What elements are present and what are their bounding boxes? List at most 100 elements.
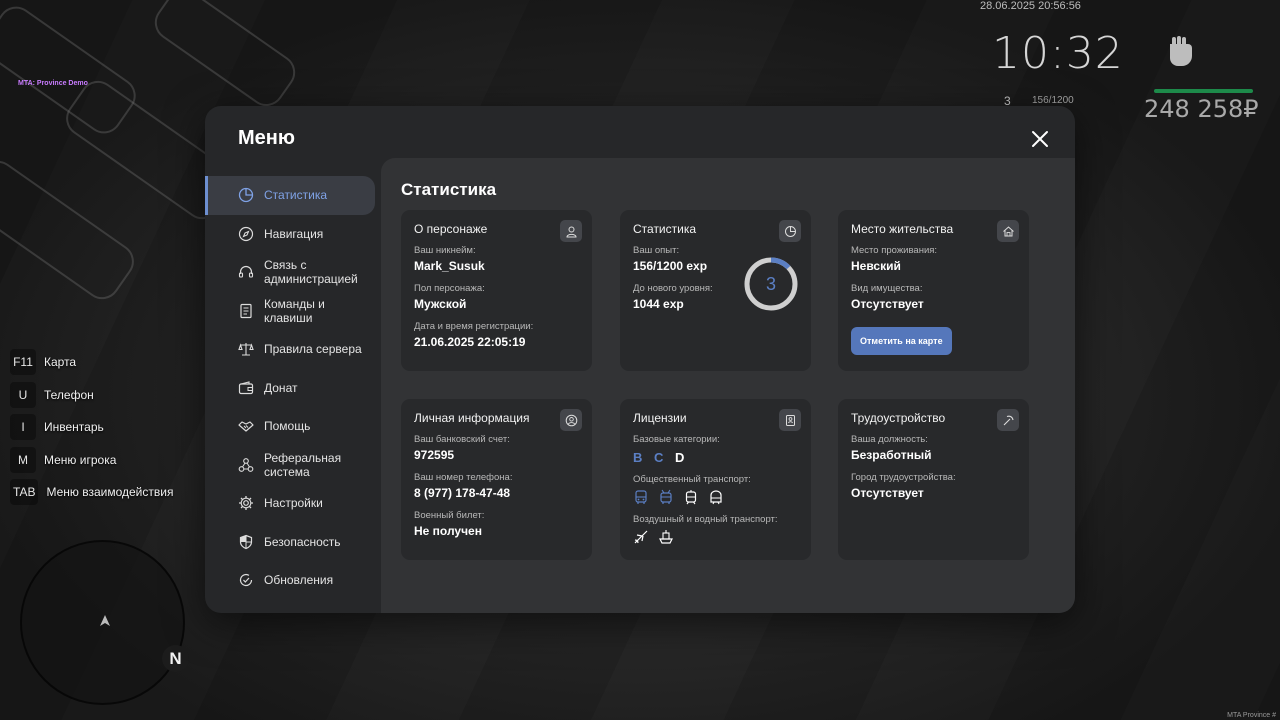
- hud-datetime: 28.06.2025 20:56:56: [980, 0, 1081, 12]
- sidebar-item-label: Обновления: [264, 573, 334, 588]
- position-label: Ваша должность:: [851, 434, 928, 445]
- pickaxe-icon: [997, 409, 1019, 431]
- menu-title: Меню: [238, 127, 295, 149]
- hint-label: Инвентарь: [44, 420, 104, 435]
- sidebar-item-security[interactable]: Безопасность: [205, 523, 375, 562]
- card-title: Лицензии: [633, 411, 687, 425]
- handshake-icon: [238, 421, 254, 432]
- hint-phone: U Телефон: [10, 379, 173, 412]
- card-title: О персонаже: [414, 222, 488, 236]
- nickname-value: Mark_Susuk: [414, 259, 485, 273]
- card-title: Место жительства: [851, 222, 954, 236]
- nickname-label: Ваш никнейм:: [414, 245, 476, 256]
- corner-tag: MTA Province #: [1227, 712, 1276, 719]
- hint-interaction-menu: TAB Меню взаимодействия: [10, 476, 173, 509]
- bank-account-value: 972595: [414, 448, 455, 462]
- ship-icon: [659, 530, 673, 544]
- minimap-north-indicator: N: [162, 645, 189, 672]
- sidebar-item-label: Настройки: [264, 496, 323, 511]
- registration-label: Дата и время регистрации:: [414, 321, 534, 332]
- network-icon: [238, 457, 254, 472]
- hud-clock: 10:32: [992, 28, 1124, 79]
- property-label: Вид имущества:: [851, 283, 923, 294]
- sidebar-item-admin-contact[interactable]: Связь с администрацией: [205, 253, 375, 292]
- server-tag: MTA: Province Demo: [18, 80, 88, 87]
- gender-value: Мужской: [414, 297, 467, 311]
- headset-icon: [238, 266, 254, 278]
- id-card-icon: [779, 409, 801, 431]
- player-menu-window: Меню Статистика Навигация Связь с админи…: [205, 106, 1075, 613]
- card-employment: Трудоустройство Ваша должность: Безработ…: [838, 399, 1029, 560]
- document-icon: [240, 303, 252, 318]
- sidebar-item-commands[interactable]: Команды и клавиши: [205, 292, 375, 331]
- hint-key: TAB: [10, 479, 39, 506]
- hint-label: Телефон: [44, 387, 94, 402]
- sidebar-item-label: Помощь: [264, 419, 311, 434]
- hud-exp: 156/1200: [1032, 95, 1074, 106]
- sidebar-item-label: Связь с администрацией: [264, 258, 358, 287]
- card-residence: Место жительства Место проживания: Невск…: [838, 210, 1029, 371]
- phone-label: Ваш номер телефона:: [414, 472, 513, 483]
- sidebar-item-donate[interactable]: Донат: [205, 369, 375, 408]
- sidebar-item-label: Донат: [264, 380, 298, 395]
- card-personal-info: Личная информация Ваш банковский счет: 9…: [401, 399, 592, 560]
- public-transport-icons: [633, 489, 798, 505]
- hint-key: M: [10, 446, 36, 473]
- close-icon[interactable]: [1028, 127, 1052, 151]
- hud-money: 248 258₽: [1144, 95, 1259, 123]
- metro-icon: [710, 490, 722, 505]
- bus-icon: [635, 490, 647, 504]
- airplane-icon: [634, 530, 648, 544]
- sidebar-item-referral[interactable]: Реферальная система: [205, 446, 375, 485]
- sidebar-item-statistics[interactable]: Статистика: [205, 176, 375, 215]
- mark-on-map-button[interactable]: Отметить на карте: [851, 327, 952, 355]
- card-title: Статистика: [633, 222, 697, 236]
- sidebar-item-navigation[interactable]: Навигация: [205, 215, 375, 254]
- sidebar-item-label: Статистика: [264, 188, 328, 203]
- trolleybus-icon: [660, 489, 672, 504]
- sidebar-item-label: Безопасность: [264, 534, 341, 549]
- content-area: Статистика О персонаже Ваш никнейм: Mark…: [381, 158, 1075, 613]
- sidebar-item-label: Команды и клавиши: [264, 296, 325, 325]
- hint-key: F11: [10, 349, 36, 376]
- air-water-transport-icons: [633, 529, 798, 545]
- user-icon: [560, 220, 582, 242]
- residence-label: Место проживания:: [851, 245, 938, 256]
- license-category-c: C: [654, 450, 664, 465]
- minimap: [20, 540, 185, 705]
- house-icon: [997, 220, 1019, 242]
- public-transport-label: Общественный транспорт:: [633, 474, 751, 485]
- user-circle-icon: [560, 409, 582, 431]
- hint-label: Меню игрока: [44, 452, 117, 467]
- position-value: Безработный: [851, 448, 932, 462]
- card-licenses: Лицензии Базовые категории: B C D Общест…: [620, 399, 811, 560]
- registration-value: 21.06.2025 22:05:19: [414, 335, 526, 349]
- license-category-d: D: [675, 450, 685, 465]
- tram-icon: [685, 490, 697, 505]
- hint-key: U: [10, 381, 36, 408]
- health-bar: [1154, 89, 1253, 93]
- gender-label: Пол персонажа:: [414, 283, 485, 294]
- sidebar-item-updates[interactable]: Обновления: [205, 561, 375, 600]
- compass-icon: [238, 226, 254, 241]
- card-statistics: Статистика Ваш опыт: 156/1200 exp До нов…: [620, 210, 811, 371]
- wallet-icon: [238, 381, 254, 394]
- license-category-b: B: [633, 450, 643, 465]
- hint-map: F11 Карта: [10, 346, 173, 379]
- sidebar-item-rules[interactable]: Правила сервера: [205, 330, 375, 369]
- hint-inventory: I Инвентарь: [10, 411, 173, 444]
- menu-sidebar: Статистика Навигация Связь с администрац…: [205, 176, 375, 600]
- level-value: 3: [766, 274, 776, 294]
- sidebar-item-label: Навигация: [264, 226, 324, 241]
- hint-label: Меню взаимодействия: [46, 485, 174, 500]
- sidebar-item-label: Правила сервера: [264, 342, 362, 357]
- air-water-transport-label: Воздушный и водный транспорт:: [633, 514, 778, 525]
- hint-key: I: [10, 414, 36, 441]
- base-categories-label: Базовые категории:: [633, 434, 720, 445]
- hint-label: Карта: [44, 355, 77, 370]
- military-id-label: Военный билет:: [414, 510, 485, 521]
- fist-icon: [1170, 36, 1192, 66]
- section-title: Статистика: [401, 180, 497, 199]
- sidebar-item-help[interactable]: Помощь: [205, 407, 375, 446]
- sidebar-item-settings[interactable]: Настройки: [205, 484, 375, 523]
